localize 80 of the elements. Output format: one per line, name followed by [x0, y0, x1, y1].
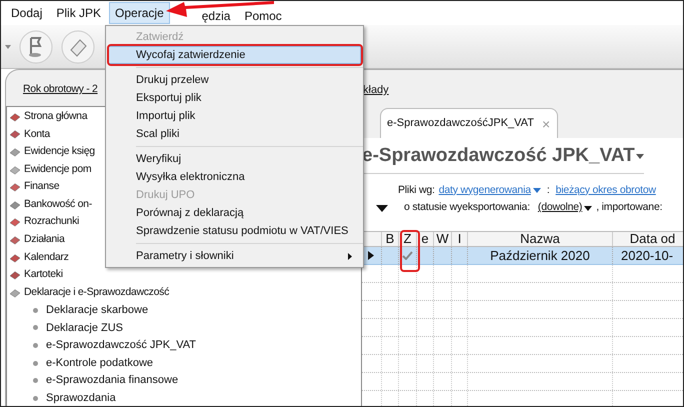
module-icon [9, 270, 21, 280]
sidebar-item[interactable]: Ewidencje księg [24, 144, 95, 160]
column-header[interactable]: Nazwa [468, 232, 613, 246]
menu-item[interactable]: Weryfikuj [108, 150, 361, 168]
column-header[interactable]: Data od [613, 232, 683, 246]
caret-icon[interactable] [636, 154, 644, 159]
menu-bar-item[interactable]: Dodaj [5, 2, 48, 24]
sidebar-item[interactable]: Finanse [24, 179, 60, 196]
sidebar-item[interactable]: Kartoteki [24, 267, 63, 284]
menu-item[interactable]: Drukuj przelew [108, 71, 361, 89]
tag-icon[interactable] [61, 30, 95, 64]
sidebar-item[interactable]: Strona główna [24, 108, 88, 125]
column-header[interactable]: e [417, 232, 434, 246]
tab-label: e-SprawozdawczośćJPK_VAT [387, 116, 534, 132]
bullet-icon [33, 325, 38, 330]
menu-item[interactable]: Eksportuj plik [108, 89, 361, 107]
sidebar-subitem[interactable]: e-Kontrole podatkowe [46, 354, 154, 372]
collapse-icon[interactable] [376, 204, 388, 212]
column-header[interactable]: I [452, 232, 468, 246]
column-header[interactable]: W [434, 232, 452, 246]
document-tab[interactable]: e-SprawozdawczośćJPK_VAT × [380, 108, 558, 138]
menu-item[interactable]: Parametry i słowniki [108, 247, 361, 265]
row-pointer-icon [368, 250, 374, 260]
module-icon [9, 129, 21, 140]
sidebar-item[interactable]: Ewidencje pom [24, 162, 92, 178]
flag-icon[interactable] [19, 30, 53, 64]
period-link[interactable]: bieżący okres obrotow [556, 182, 656, 198]
module-icon [9, 234, 21, 245]
column-header[interactable]: B [382, 232, 399, 246]
menu-bar-item[interactable]: Plik JPK [50, 2, 108, 24]
caret-icon [532, 188, 541, 193]
menu-bar-item[interactable]: Pomoc [238, 8, 288, 23]
filter-label: Pliki wg: [398, 182, 435, 198]
sidebar-item[interactable]: Deklaracje i e-Sprawozdawczość [24, 284, 170, 301]
table-cell: 2020-10- [621, 246, 674, 264]
table-row[interactable]: Październik 2020 2020-10- [362, 246, 683, 265]
highlight-frame [400, 230, 420, 272]
bullet-icon [33, 343, 38, 348]
module-icon [9, 200, 21, 210]
sidebar-item[interactable]: Rozrachunki [24, 214, 80, 230]
menu-item[interactable]: Wysyłka elektroniczna [108, 168, 361, 186]
module-icon [9, 164, 21, 175]
sidebar-subitem[interactable]: e-Sprawozdawczość JPK_VAT [46, 337, 196, 354]
module-icon [9, 217, 21, 228]
sidebar-subitem[interactable]: Deklaracje ZUS [46, 320, 124, 336]
menu-item[interactable]: Scal pliki [108, 125, 361, 143]
status-dropdown[interactable]: (dowolne) [538, 200, 592, 216]
page-title: e-Sprawozdawczość JPK_VAT [362, 144, 635, 168]
bullet-icon [33, 396, 38, 401]
sidebar-subitem[interactable]: e-Sprawozdania finansowe [46, 372, 178, 389]
sidebar-subitem[interactable]: Deklaracje skarbowe [46, 302, 148, 319]
module-icon [9, 112, 21, 122]
filter-label: , importowane: [596, 200, 662, 216]
sidebar-item[interactable]: Konta [24, 126, 50, 142]
menu-bar-item[interactable]: Operacje [109, 2, 170, 24]
menu-bar-item[interactable]: ędzia [196, 8, 236, 23]
caret-icon[interactable] [5, 44, 11, 48]
filter-dropdown[interactable]: daty wygenerowania [438, 182, 541, 198]
sidebar-item[interactable]: Bankowość on- [24, 196, 92, 213]
filter-label: o statusie wyeksportowania: [404, 200, 530, 216]
column-header[interactable]: Z [399, 232, 417, 246]
module-icon [9, 146, 21, 157]
menu-item[interactable]: Sprawdzenie statusu podmiotu w VAT/VIES [108, 222, 361, 240]
submenu-arrow-icon [348, 252, 352, 260]
module-icon [9, 182, 21, 192]
bullet-icon [33, 308, 38, 313]
sidebar-item[interactable]: Działania [24, 232, 64, 248]
caret-icon [584, 206, 592, 211]
table-cell: Październik 2020 [490, 246, 590, 264]
module-icon [9, 288, 21, 298]
bullet-icon [33, 360, 38, 366]
year-link[interactable]: Rok obrotowy - 2 [23, 82, 98, 98]
bullet-icon [33, 378, 38, 384]
separator-text: : [546, 182, 551, 198]
sidebar-subitem[interactable]: Sprawozdania [46, 390, 116, 406]
menu-item[interactable]: Porównaj z deklaracją [108, 204, 361, 222]
module-icon [9, 252, 21, 263]
menu-item[interactable]: Importuj plik [108, 107, 361, 125]
menu-item[interactable]: Wycofaj zatwierdzenie [108, 46, 361, 64]
sidebar-item[interactable]: Kalendarz [24, 250, 69, 266]
